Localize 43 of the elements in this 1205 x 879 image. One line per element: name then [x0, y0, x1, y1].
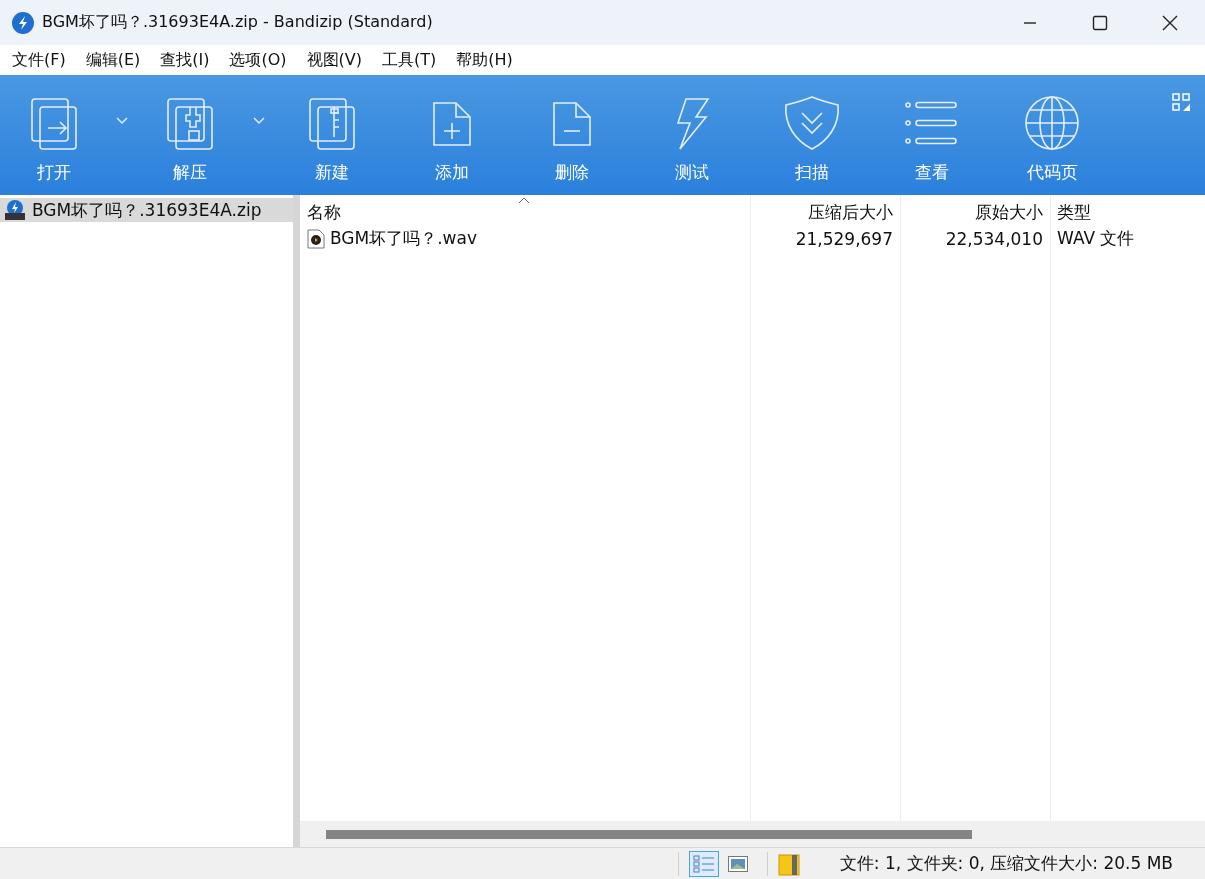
- window-title: BGM坏了吗？.31693E4A.zip - Bandizip (Standard): [42, 12, 434, 33]
- menu-item[interactable]: 查找(I): [150, 49, 220, 71]
- toolbar-button[interactable]: 测试: [632, 75, 752, 195]
- thumbnail-view-icon: [727, 855, 748, 872]
- tree-item[interactable]: BGM坏了吗？.31693E4A.zip: [0, 198, 293, 222]
- zip-file-icon: [4, 199, 26, 221]
- toolbar-button[interactable]: 扫描: [752, 75, 872, 195]
- toolbar-button[interactable]: 查看: [872, 75, 992, 195]
- toolbar-button[interactable]: 新建: [272, 75, 392, 195]
- globe-icon: [1022, 93, 1082, 153]
- toolbar-button[interactable]: 代码页: [992, 75, 1112, 195]
- menu-item[interactable]: 帮助(H): [446, 49, 523, 71]
- status-text: 文件: 1, 文件夹: 0, 压缩文件大小: 20.5 MB: [839, 852, 1173, 875]
- column-header[interactable]: 原始大小: [900, 195, 1050, 224]
- layout-icon[interactable]: [1172, 93, 1191, 112]
- column-header[interactable]: 名称: [300, 195, 750, 224]
- shield-icon: [782, 93, 842, 153]
- menu-item[interactable]: 选项(O): [219, 49, 297, 71]
- menu-item[interactable]: 工具(T): [372, 49, 447, 71]
- table-cell: BGM坏了吗？.wav: [330, 227, 477, 250]
- scrollbar-thumb[interactable]: [326, 829, 972, 839]
- app-logo-icon: [12, 11, 34, 34]
- toolbar-button[interactable]: 解压: [135, 75, 245, 195]
- menu-item[interactable]: 文件(F): [2, 49, 76, 71]
- archive-icon: [777, 851, 800, 876]
- table-cell-text: 22,534,010: [944, 227, 1044, 251]
- toolbar-button[interactable]: 打开: [0, 75, 108, 195]
- column-header[interactable]: 压缩后大小: [750, 195, 900, 224]
- caret-icon[interactable]: [252, 117, 265, 125]
- menu-item[interactable]: 视图(V): [296, 49, 372, 71]
- column-header[interactable]: 类型: [1050, 195, 1205, 224]
- toolbar-button[interactable]: 添加: [392, 75, 512, 195]
- minimize-icon: [1023, 21, 1037, 24]
- menu-item[interactable]: 编辑(E): [75, 49, 151, 71]
- caret-icon[interactable]: [115, 117, 128, 125]
- close-icon: [1162, 14, 1178, 31]
- maximize-icon: [1092, 14, 1108, 31]
- table-cell-text: WAV 文件: [1056, 227, 1136, 250]
- audio-file-icon: [307, 228, 325, 249]
- toolbar-button[interactable]: 删除: [512, 75, 632, 195]
- view-button[interactable]: [688, 850, 719, 877]
- table-cell-text: 21,529,697: [794, 227, 894, 251]
- details-view-icon: [692, 854, 715, 873]
